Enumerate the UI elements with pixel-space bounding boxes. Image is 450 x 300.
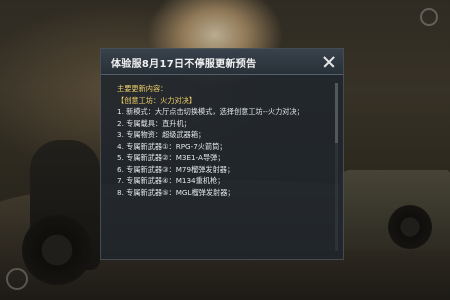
update-section-title: 【创意工坊：火力对决】 [117, 95, 197, 105]
dialog-content: 主要更新内容： 【创意工坊：火力对决】 1. 新模式：大厅点击切换模式，选择创意… [117, 83, 331, 251]
update-item: 8. 专属新武器⑤：MGL榴弹发射器； [117, 187, 235, 197]
update-item: 4. 专属新武器①：RPG-7火箭筒； [117, 141, 227, 151]
update-item: 6. 专属新武器③：M79榴弹发射器； [117, 164, 235, 174]
update-item: 5. 专属新武器②：M3E1-A导弹； [117, 153, 225, 162]
dialog-header: 体验服8月17日不停服更新预告 [101, 49, 343, 75]
scrollbar-thumb[interactable] [335, 83, 338, 143]
update-item: 2. 专属载具：直升机； [117, 118, 191, 128]
update-item: 1. 新模式：大厅点击切换模式，选择创意工坊--火力对决； [117, 107, 304, 116]
update-item: 7. 专属新武器④：M134重机枪； [117, 176, 225, 185]
close-icon[interactable] [319, 52, 339, 72]
update-intro: 主要更新内容： [117, 84, 168, 93]
update-notice-dialog: 体验服8月17日不停服更新预告 主要更新内容： 【创意工坊：火力对决】 1. 新… [100, 48, 344, 260]
update-item: 3. 专属物资：超级武器箱； [117, 130, 206, 139]
dialog-title: 体验服8月17日不停服更新预告 [111, 59, 257, 70]
dialog-scrollbar[interactable] [335, 83, 338, 251]
